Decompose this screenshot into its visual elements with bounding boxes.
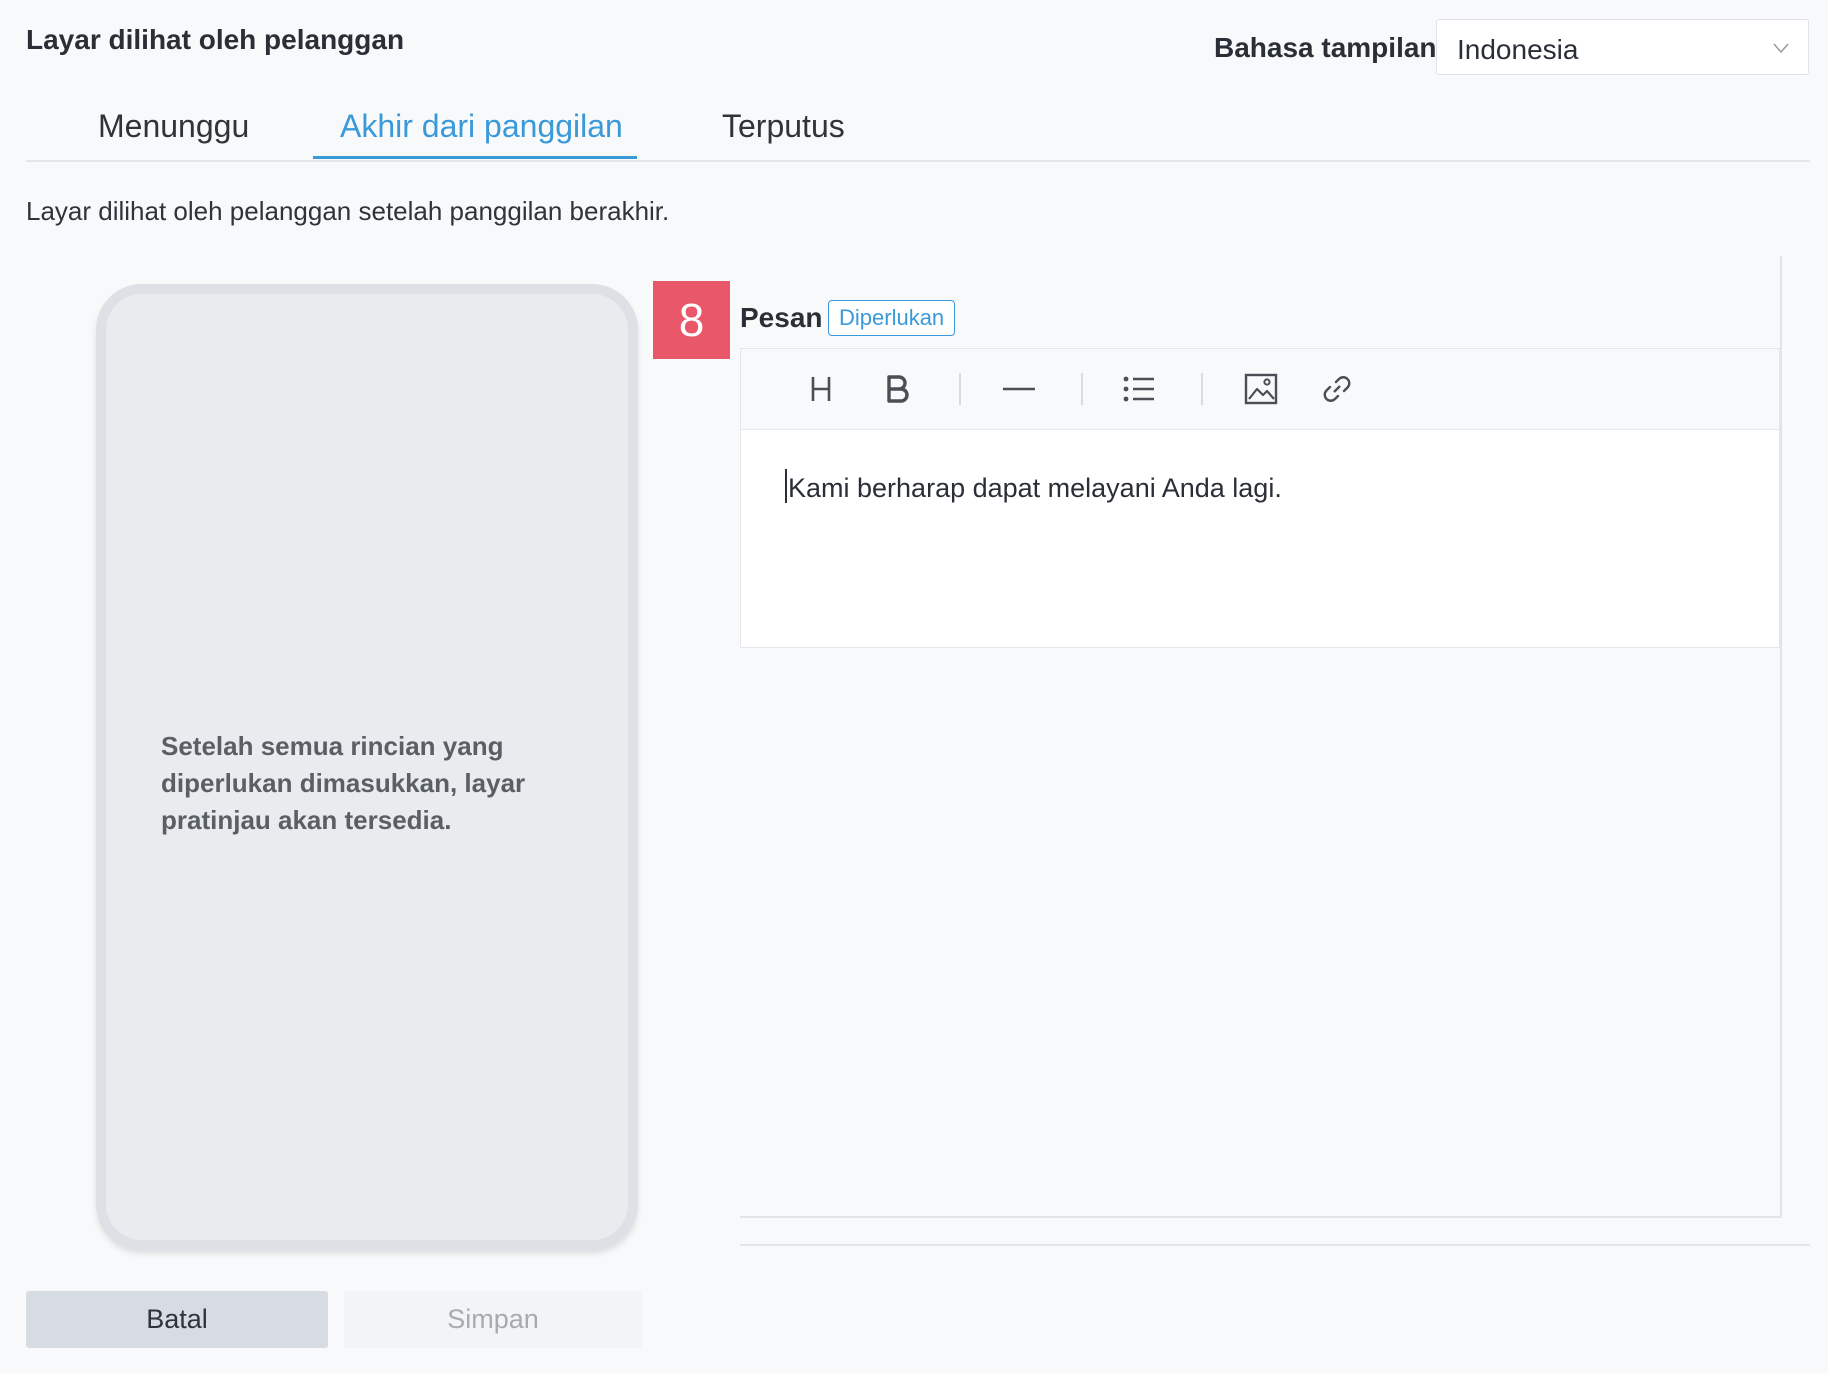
message-text: Kami berharap dapat melayani Anda lagi. [788,473,1282,503]
toolbar-separator [1081,373,1083,405]
language-label: Bahasa tampilan [1214,32,1437,63]
horizontal-rule-icon[interactable] [999,369,1039,409]
chevron-down-icon [1773,43,1789,54]
bold-icon[interactable] [877,369,917,409]
bullet-list-icon[interactable] [1119,369,1159,409]
text-caret [785,469,787,503]
cancel-button[interactable]: Batal [26,1291,328,1348]
preview-placeholder-text: Setelah semua rincian yang diperlukan di… [161,731,526,835]
tab-end-of-call[interactable]: Akhir dari panggilan [340,108,623,145]
tab-description: Layar dilihat oleh pelanggan setelah pan… [26,196,670,226]
message-label: Pesan [740,302,823,333]
editor-toolbar [741,349,1779,430]
toolbar-separator [1201,373,1203,405]
link-icon[interactable] [1317,369,1357,409]
active-tab-indicator [313,156,637,159]
message-editor[interactable]: Kami berharap dapat melayani Anda lagi. [740,348,1780,648]
tab-waiting[interactable]: Menunggu [98,108,249,145]
image-icon[interactable] [1241,369,1281,409]
required-badge: Diperlukan [828,300,956,336]
step-badge: 8 [653,281,730,359]
tab-disconnected[interactable]: Terputus [722,108,845,145]
heading-icon[interactable] [801,369,841,409]
editor-content[interactable]: Kami berharap dapat melayani Anda lagi. [785,469,1282,504]
language-select[interactable]: Indonesia [1436,19,1809,75]
divider [740,1244,1810,1246]
page-title: Layar dilihat oleh pelanggan [26,24,405,55]
save-button[interactable]: Simpan [344,1291,642,1348]
tab-bar: Menunggu Akhir dari panggilan Terputus [26,96,1810,162]
language-select-value: Indonesia [1457,34,1579,65]
phone-preview: Setelah semua rincian yang diperlukan di… [96,284,638,1250]
toolbar-separator [959,373,961,405]
